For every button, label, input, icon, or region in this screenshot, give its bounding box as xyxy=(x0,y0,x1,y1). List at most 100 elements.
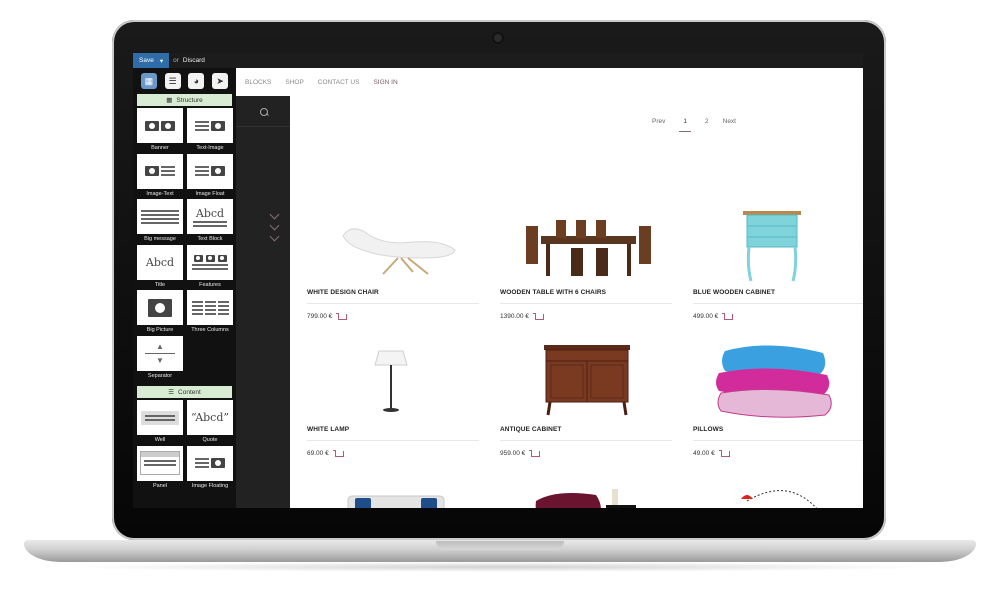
chevron-down-icon[interactable] xyxy=(269,209,280,220)
antique-cabinet-image xyxy=(544,345,630,416)
block-label: Separator xyxy=(147,372,173,379)
block-label: Big Picture xyxy=(146,327,174,333)
block-image-floating[interactable]: Image Floating xyxy=(187,445,233,492)
camera-icon xyxy=(211,120,225,131)
webcam-icon xyxy=(494,34,502,42)
cart-icon[interactable] xyxy=(336,312,348,320)
product-name[interactable]: ANTIQUE CABINET xyxy=(500,426,561,433)
product-card[interactable]: PILLOWS 49.00 € xyxy=(689,343,863,483)
product-name[interactable]: WHITE LAMP xyxy=(307,426,349,433)
block-thumb: Abcd xyxy=(137,244,183,280)
sofa-image xyxy=(347,495,445,508)
block-thumb: “Abcd” xyxy=(187,400,233,435)
block-image-text[interactable]: Image-Text xyxy=(137,153,183,200)
block-label: Quote xyxy=(202,437,218,443)
chevron-down-icon[interactable] xyxy=(269,220,280,231)
block-features[interactable]: Features xyxy=(187,244,233,291)
text-lines-icon xyxy=(204,300,216,315)
camera-icon xyxy=(205,254,215,262)
tab-effects[interactable]: ➤ xyxy=(212,73,229,89)
section-content-header: ☰ Content xyxy=(137,386,232,398)
block-well[interactable]: Well xyxy=(137,400,183,446)
paper-plane-icon: ➤ xyxy=(216,75,224,86)
block-thumb xyxy=(137,199,183,234)
block-big-message[interactable]: Big message xyxy=(137,199,183,245)
laptop-notch xyxy=(436,541,564,550)
pager-next[interactable]: Next xyxy=(723,118,736,132)
chevron-down-icon[interactable] xyxy=(269,231,280,242)
nav-contact-us[interactable]: CONTACT US xyxy=(318,79,360,86)
search-icon[interactable] xyxy=(260,108,268,116)
white-lamp-image xyxy=(374,350,408,412)
blue-cabinet-image xyxy=(743,211,801,282)
product-card[interactable]: BLUE WOODEN CABINET 499.00 € xyxy=(689,206,863,346)
block-text-image[interactable]: Text-Image xyxy=(187,108,233,154)
cart-icon[interactable] xyxy=(529,449,541,457)
abcd-text: Abcd xyxy=(145,255,175,269)
discard-button[interactable]: Discard xyxy=(183,57,205,64)
tab-features[interactable]: ◕ xyxy=(188,73,205,89)
product-card[interactable]: WOODEN TABLE WITH 6 CHAIRS 1390.00 € xyxy=(496,206,676,346)
camera-icon xyxy=(148,298,172,317)
nav-shop[interactable]: SHOP xyxy=(285,79,303,86)
product-card[interactable]: WHITE DESIGN CHAIR 799.00 € xyxy=(303,206,483,346)
block-label: Image Floating xyxy=(191,482,229,489)
block-thumb xyxy=(137,445,183,481)
cart-icon[interactable] xyxy=(332,449,344,457)
block-banner[interactable]: Banner xyxy=(137,108,183,154)
block-label: Panel xyxy=(152,482,168,489)
product-price-row: 799.00 € xyxy=(307,312,348,320)
save-label: Save xyxy=(139,57,154,64)
wooden-table-image xyxy=(526,220,651,276)
block-three-columns[interactable]: Three Columns xyxy=(187,290,233,336)
block-separator[interactable]: ▲ ▼ Separator xyxy=(137,335,183,382)
card-divider xyxy=(307,303,479,304)
text-lines-icon xyxy=(191,300,203,315)
product-card[interactable]: WHITE LAMP 69.00 € xyxy=(303,343,483,483)
grid-icon: ▦ xyxy=(144,75,154,86)
nav-sign-in[interactable]: SIGN IN xyxy=(373,79,397,86)
pager-prev[interactable]: Prev xyxy=(652,118,665,132)
product-price-row: 49.00 € xyxy=(693,449,730,457)
block-thumb xyxy=(187,445,233,481)
white-chair-image xyxy=(342,228,456,275)
section-title: Structure xyxy=(176,96,203,104)
product-price-row: 499.00 € xyxy=(693,312,734,320)
product-card[interactable] xyxy=(303,481,483,508)
nav-blocks[interactable]: BLOCKS xyxy=(245,79,271,86)
cart-icon[interactable] xyxy=(722,312,734,320)
block-big-picture[interactable]: Big Picture xyxy=(137,290,183,336)
product-card[interactable] xyxy=(496,481,676,508)
cart-icon[interactable] xyxy=(718,449,730,457)
block-label: Banner xyxy=(151,145,169,151)
pager-page-1[interactable]: 1 xyxy=(679,118,691,132)
block-image-float[interactable]: Image Float xyxy=(187,153,233,200)
text-lines-icon xyxy=(144,460,176,466)
pie-chart-icon: ◕ xyxy=(193,76,200,86)
save-button[interactable]: Save ▾ xyxy=(133,53,170,68)
screen: Save ▾ or Discard ▦ ☰ ◕ ➤ ▦ Structure Ba… xyxy=(133,53,863,508)
tab-content[interactable]: ☰ xyxy=(164,73,181,89)
product-card[interactable]: ANTIQUE CABINET 959.00 € xyxy=(496,343,676,483)
abcd-text: Abcd xyxy=(195,206,225,220)
block-thumb xyxy=(187,244,233,280)
product-name[interactable]: PILLOWS xyxy=(693,426,723,433)
product-price-row: 69.00 € xyxy=(307,449,344,457)
camera-icon xyxy=(211,166,225,176)
block-panel[interactable]: Panel xyxy=(137,445,183,492)
block-thumb: ▲ ▼ xyxy=(137,335,183,371)
block-title[interactable]: Abcd Title xyxy=(137,244,183,291)
text-lines-icon xyxy=(193,220,227,227)
product-name[interactable]: BLUE WOODEN CABINET xyxy=(693,289,775,296)
pager-page-2[interactable]: 2 xyxy=(705,118,709,132)
product-card[interactable] xyxy=(689,481,863,508)
block-text-block[interactable]: Abcd Text Block xyxy=(187,199,233,245)
card-divider xyxy=(500,440,672,441)
product-price: 1390.00 € xyxy=(500,313,529,320)
cart-icon[interactable] xyxy=(532,312,544,320)
block-quote[interactable]: “Abcd” Quote xyxy=(187,400,233,446)
product-name[interactable]: WHITE DESIGN CHAIR xyxy=(307,289,379,296)
product-name[interactable]: WOODEN TABLE WITH 6 CHAIRS xyxy=(500,289,606,296)
tab-structure[interactable]: ▦ xyxy=(140,73,157,89)
camera-icon xyxy=(145,120,159,131)
